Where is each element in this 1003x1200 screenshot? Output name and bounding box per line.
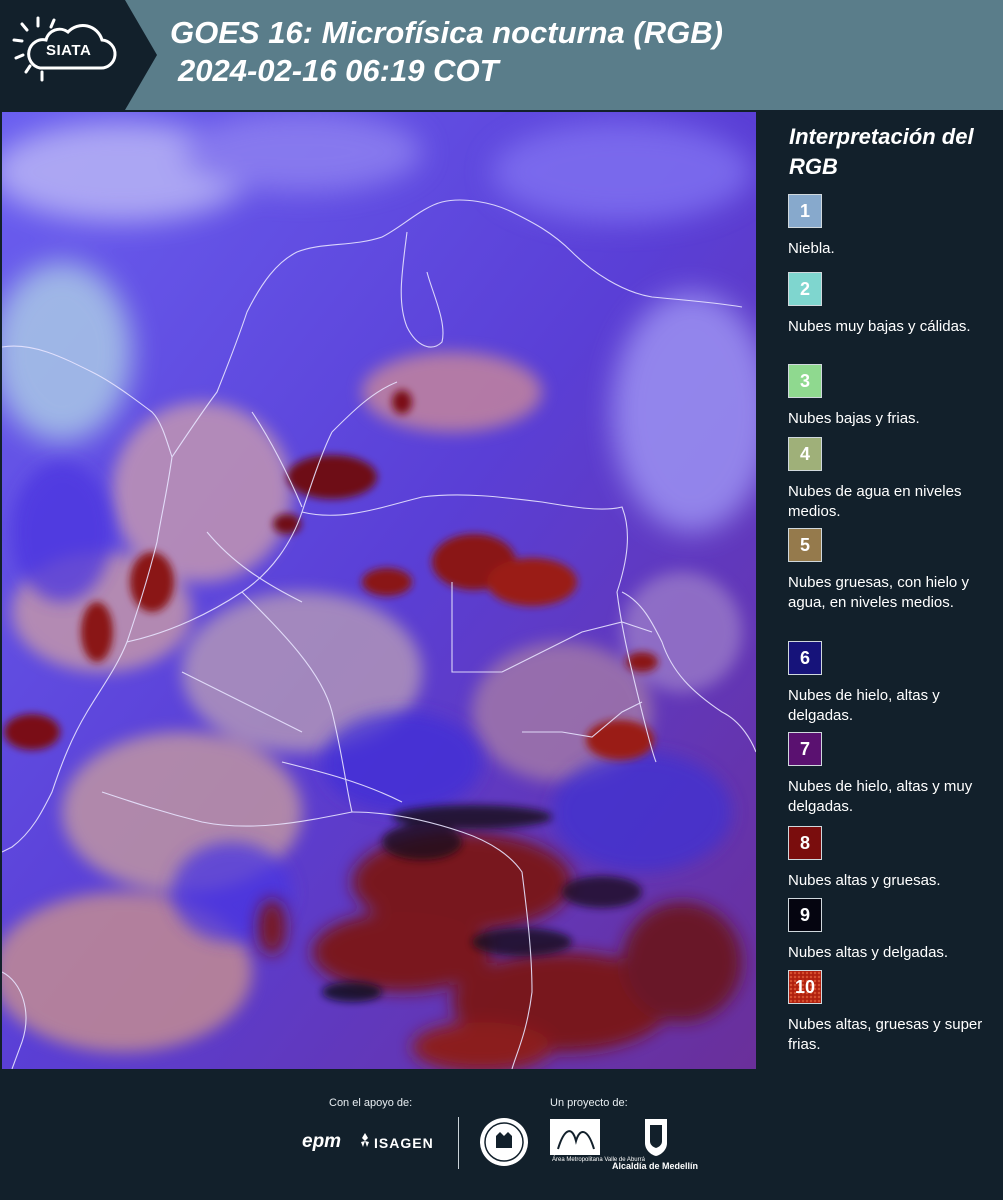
footer-divider bbox=[458, 1117, 459, 1169]
university-seal-icon[interactable] bbox=[478, 1116, 530, 1168]
legend-item-4: 4 Nubes de agua en niveles medios. bbox=[788, 437, 993, 522]
page-timestamp: 2024-02-16 06:19 COT bbox=[178, 53, 499, 88]
footer: Con el apoyo de: Un proyecto de: epm ISA… bbox=[0, 1069, 1003, 1200]
legend-label-6: Nubes de hielo, altas y delgadas. bbox=[788, 687, 940, 724]
legend-item-10: 10 Nubes altas, gruesas y super frias. bbox=[788, 970, 993, 1055]
legend-item-2: 2 Nubes muy bajas y cálidas. bbox=[788, 272, 993, 337]
legend-item-1: 1 Niebla. bbox=[788, 194, 993, 259]
alcaldia-label: Alcaldía de Medellín bbox=[612, 1161, 699, 1171]
legend-label-5: Nubes gruesas, con hielo y agua, en nive… bbox=[788, 574, 969, 611]
legend-label-2: Nubes muy bajas y cálidas. bbox=[788, 318, 971, 335]
logo-arrow bbox=[125, 0, 157, 110]
legend-swatch-6: 6 bbox=[788, 641, 822, 675]
isagen-logo[interactable]: ISAGEN bbox=[374, 1135, 434, 1151]
legend-panel: Interpretación del RGB 1 Niebla. 2 Nubes… bbox=[760, 112, 1003, 1069]
page-title: GOES 16: Microfísica nocturna (RGB) bbox=[170, 15, 723, 50]
legend-item-8: 8 Nubes altas y gruesas. bbox=[788, 826, 993, 891]
legend-label-3: Nubes bajas y frias. bbox=[788, 410, 920, 427]
legend-title: Interpretación del RGB bbox=[789, 124, 974, 179]
legend-swatch-7: 7 bbox=[788, 732, 822, 766]
legend-label-4: Nubes de agua en niveles medios. bbox=[788, 483, 962, 520]
epm-logo[interactable]: epm bbox=[302, 1131, 341, 1153]
legend-swatch-4: 4 bbox=[788, 437, 822, 471]
legend-item-6: 6 Nubes de hielo, altas y delgadas. bbox=[788, 641, 993, 726]
legend-item-7: 7 Nubes de hielo, altas y muy delgadas. bbox=[788, 732, 993, 817]
legend-swatch-2: 2 bbox=[788, 272, 822, 306]
siata-logo[interactable]: SIATA bbox=[0, 0, 125, 110]
logo-text: SIATA bbox=[46, 42, 92, 59]
legend-label-10: Nubes altas, gruesas y super frias. bbox=[788, 1016, 983, 1053]
legend-swatch-3: 3 bbox=[788, 364, 822, 398]
support-label: Con el apoyo de: bbox=[329, 1097, 413, 1109]
legend-item-3: 3 Nubes bajas y frias. bbox=[788, 364, 993, 429]
legend-swatch-8: 8 bbox=[788, 826, 822, 860]
alcaldia-shield-icon[interactable] bbox=[643, 1117, 669, 1157]
legend-label-1: Niebla. bbox=[788, 240, 835, 257]
legend-swatch-5: 5 bbox=[788, 528, 822, 562]
satellite-map[interactable] bbox=[2, 112, 756, 1069]
legend-item-5: 5 Nubes gruesas, con hielo y agua, en ni… bbox=[788, 528, 993, 613]
isagen-mark-icon bbox=[361, 1133, 369, 1147]
legend-swatch-10: 10 bbox=[788, 970, 822, 1004]
legend-label-9: Nubes altas y delgadas. bbox=[788, 944, 949, 961]
legend-label-8: Nubes altas y gruesas. bbox=[788, 872, 941, 889]
project-label: Un proyecto de: bbox=[550, 1097, 628, 1109]
legend-swatch-1: 1 bbox=[788, 194, 822, 228]
legend-item-9: 9 Nubes altas y delgadas. bbox=[788, 898, 993, 963]
legend-swatch-9: 9 bbox=[788, 898, 822, 932]
legend-label-7: Nubes de hielo, altas y muy delgadas. bbox=[788, 778, 973, 815]
satellite-image bbox=[2, 112, 756, 1069]
header-bar: SIATA GOES 16: Microfísica nocturna (RGB… bbox=[0, 0, 1003, 110]
